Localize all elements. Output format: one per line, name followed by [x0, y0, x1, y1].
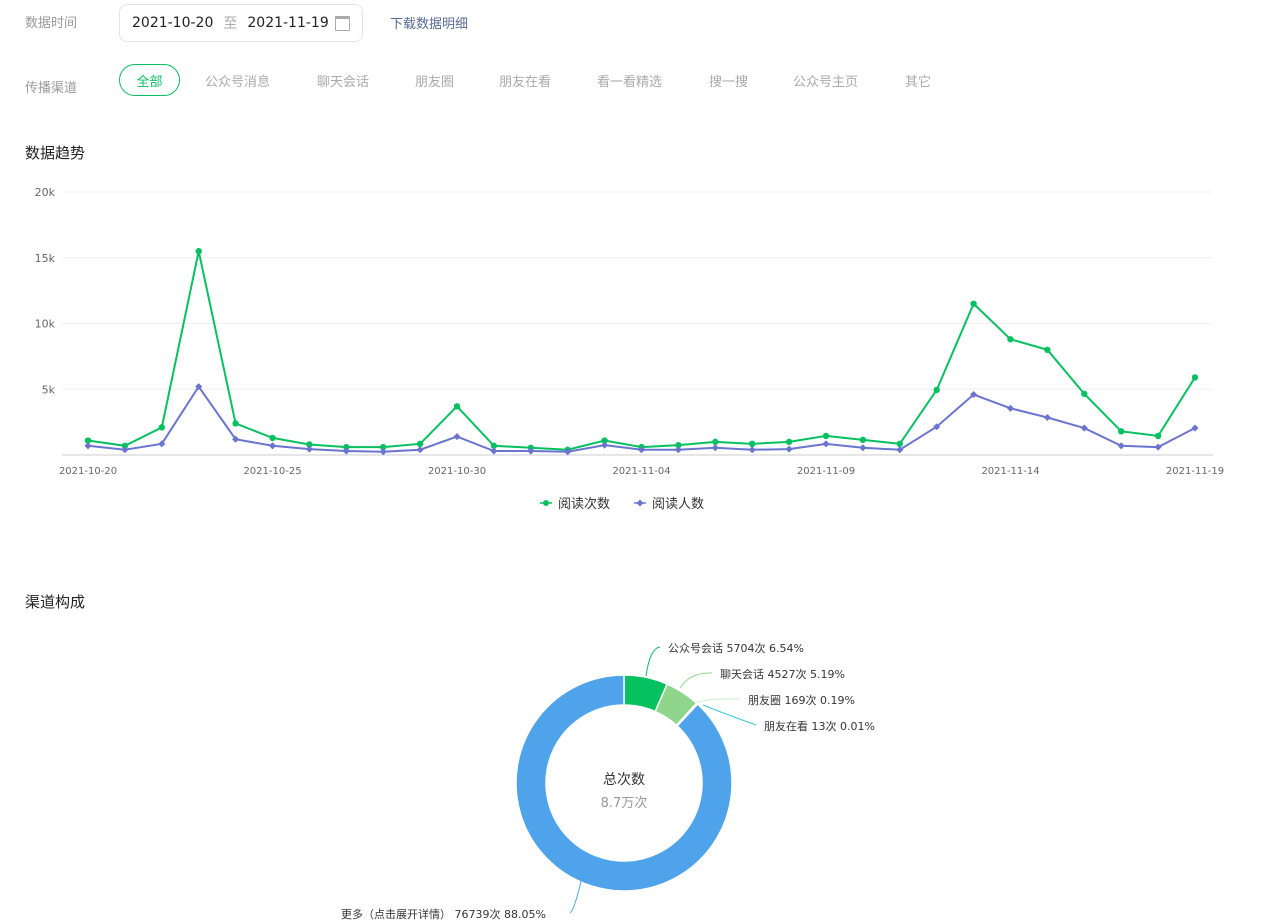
- data-point: [674, 446, 682, 454]
- channel-tab[interactable]: 看一看精选: [597, 64, 662, 96]
- data-point: [748, 446, 756, 454]
- data-point: [1006, 404, 1015, 412]
- data-point: [490, 447, 498, 455]
- legend-label: 阅读人数: [652, 497, 704, 512]
- date-separator: 至: [223, 16, 238, 32]
- x-tick-label: 2021-11-04: [612, 466, 670, 477]
- trend-chart: 5k 10k 15k 20k 2021-10-20 2021-10-25 2021-10-3…: [35, 186, 1224, 512]
- leader-line: [679, 672, 713, 689]
- calendar-icon: [335, 15, 350, 31]
- data-point: [305, 445, 313, 453]
- data-point: [269, 434, 276, 442]
- data-point: [785, 438, 793, 446]
- leader-line: [696, 698, 741, 704]
- data-point: [1081, 390, 1088, 398]
- date-range-picker[interactable]: 2021-10-20 至 2021-11-19: [119, 4, 363, 42]
- series-line: [87, 250, 1196, 451]
- download-details-link[interactable]: 下载数据明细: [390, 13, 468, 32]
- data-point: [453, 433, 461, 441]
- data-point: [195, 247, 202, 255]
- donut-center-title: 总次数: [603, 772, 645, 788]
- data-point: [896, 440, 903, 448]
- data-point: [970, 300, 977, 307]
- legend-marker: [543, 500, 549, 506]
- channel-tab[interactable]: 聊天会话: [317, 64, 369, 96]
- x-tick-label: 2021-10-25: [243, 466, 301, 477]
- data-point: [453, 403, 461, 410]
- data-point: [1191, 424, 1199, 432]
- trend-title: 数据趋势: [25, 144, 86, 162]
- data-point: [379, 448, 387, 456]
- data-point: [1117, 442, 1125, 450]
- channel-tab[interactable]: 其它: [905, 64, 931, 96]
- data-point: [416, 440, 424, 448]
- channel-tab[interactable]: 朋友在看: [499, 64, 551, 96]
- data-point: [749, 440, 756, 448]
- slice-label-more[interactable]: 更多（点击展开详情） 76739次 88.05%: [341, 906, 546, 922]
- end-date: 2021-11-19: [247, 15, 329, 31]
- data-point: [785, 445, 793, 453]
- channel-tab-all[interactable]: 全部: [119, 64, 180, 96]
- x-tick-label: 2021-10-20: [59, 466, 117, 477]
- data-point: [158, 424, 165, 431]
- x-tick-label: 2021-10-30: [428, 466, 486, 477]
- data-point: [1080, 424, 1088, 432]
- y-tick-label: 5k: [42, 383, 56, 396]
- slice-label: 朋友在看 13次 0.01%: [764, 720, 875, 733]
- data-point: [1007, 336, 1014, 343]
- slice-label: 公众号会话 5704次 6.54%: [668, 642, 804, 655]
- data-point: [822, 432, 830, 440]
- data-point: [416, 446, 424, 454]
- data-point: [268, 442, 277, 450]
- composition-title: 渠道构成: [25, 593, 86, 611]
- channel-tab[interactable]: 公众号主页: [793, 64, 858, 96]
- data-point: [1191, 374, 1199, 381]
- data-point: [1154, 443, 1162, 451]
- start-date: 2021-10-20: [132, 15, 214, 31]
- leader-line: [645, 646, 661, 677]
- slice-label: 朋友圈 169次 0.19%: [748, 694, 855, 707]
- donut-center-value: 8.7万次: [600, 796, 648, 811]
- data-point: [711, 444, 719, 452]
- channel-label: 传播渠道: [25, 81, 78, 96]
- slice-label: 聊天会话 4527次 5.19%: [720, 668, 845, 681]
- legend-marker: [636, 499, 644, 507]
- channel-tab[interactable]: 朋友圈: [415, 64, 454, 96]
- data-point: [1043, 413, 1051, 422]
- channel-tab[interactable]: 搜一搜: [709, 64, 748, 96]
- legend-label: 阅读次数: [558, 496, 610, 512]
- y-tick-label: 20k: [35, 186, 56, 199]
- data-point: [1118, 428, 1125, 435]
- x-tick-label: 2021-11-19: [1166, 466, 1224, 477]
- data-point: [859, 444, 867, 452]
- y-tick-label: 15k: [35, 252, 56, 265]
- data-point: [859, 436, 867, 444]
- x-tick-label: 2021-11-14: [981, 466, 1039, 477]
- x-tick-label: 2021-11-09: [797, 466, 855, 477]
- channel-tab[interactable]: 公众号消息: [205, 64, 270, 96]
- date-label: 数据时间: [25, 16, 78, 31]
- data-point: [1044, 346, 1051, 353]
- y-tick-label: 10k: [35, 318, 56, 331]
- data-point: [1154, 432, 1162, 440]
- data-point: [84, 442, 92, 450]
- series-line: [87, 384, 1196, 453]
- data-point: [712, 438, 719, 446]
- data-point: [822, 440, 830, 448]
- data-point: [232, 420, 239, 427]
- data-point: [601, 441, 609, 449]
- data-point: [933, 386, 940, 394]
